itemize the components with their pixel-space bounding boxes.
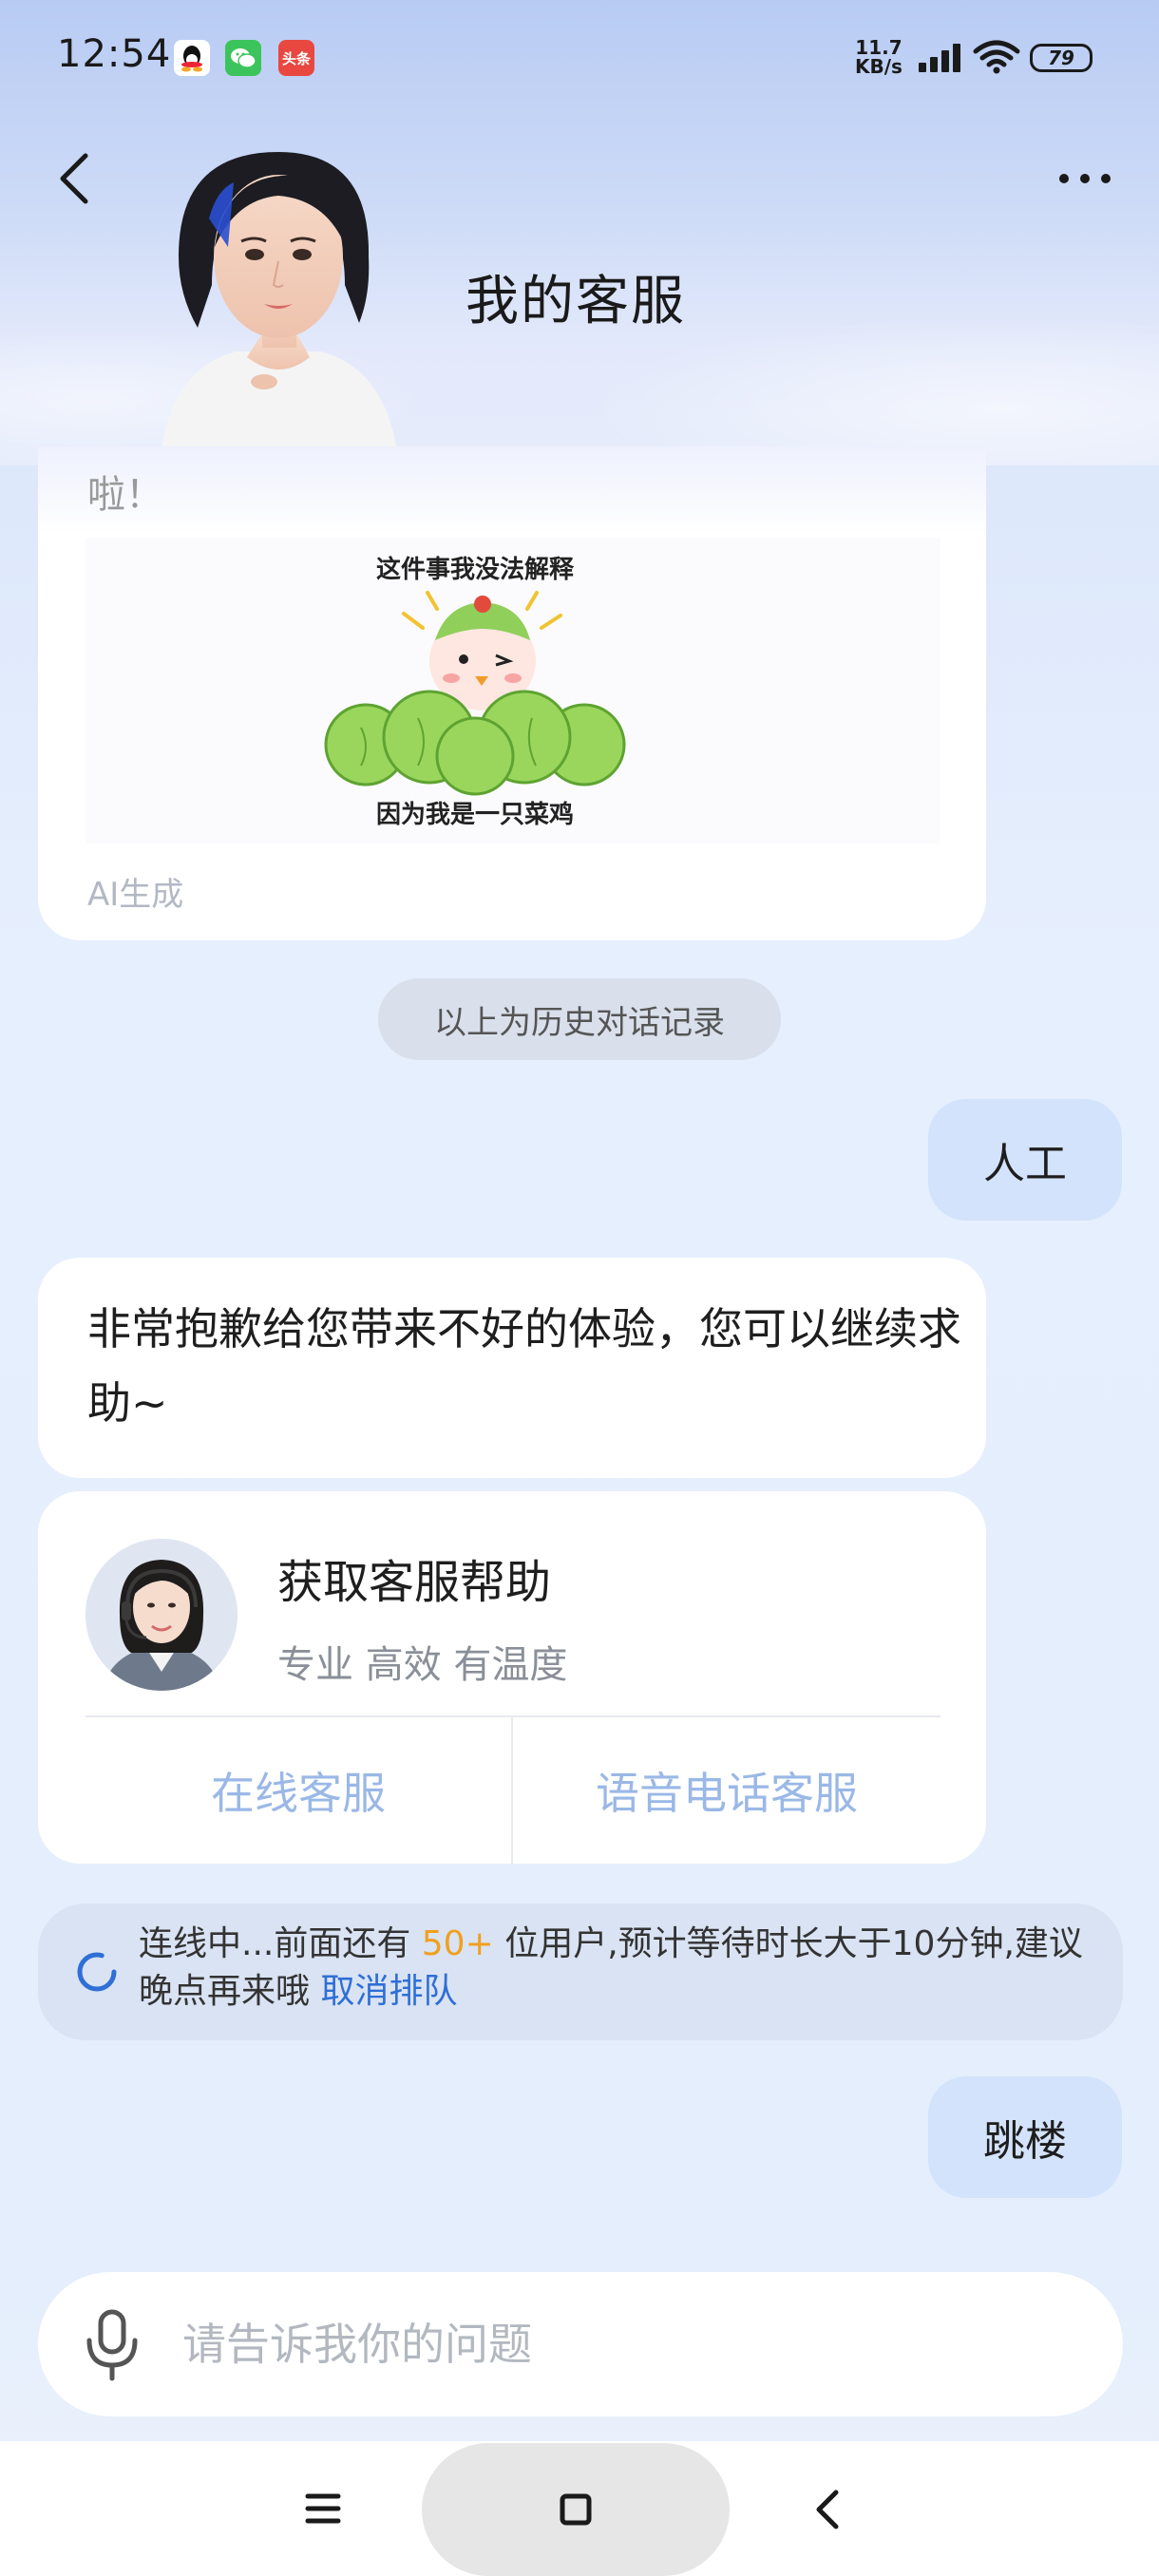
- assistant-avatar: [122, 133, 435, 465]
- system-back-button[interactable]: [809, 2487, 847, 2532]
- more-options-button[interactable]: [1054, 161, 1115, 196]
- service-card-title: 获取客服帮助: [277, 1556, 552, 1609]
- microphone-icon[interactable]: [82, 2306, 142, 2382]
- wifi-icon: [973, 38, 1020, 80]
- battery-indicator: 79: [1030, 44, 1092, 72]
- user-message: 跳楼: [928, 2076, 1122, 2198]
- service-card-subtitle: 专业 高效 有温度: [277, 1643, 568, 1687]
- square-icon: [560, 2493, 592, 2526]
- cancel-queue-link[interactable]: 取消排队: [320, 1972, 457, 2011]
- back-button[interactable]: [53, 150, 99, 207]
- queue-status-text: 连线中...前面还有 50+ 位用户,预计等待时长大于10分钟,建议晚点再来哦 …: [139, 1921, 1089, 2016]
- menu-icon: [305, 2493, 341, 2524]
- network-speed-value: 11.7: [855, 36, 902, 59]
- wechat-notification-icon: [225, 40, 261, 76]
- network-speed-unit: KB/s: [855, 55, 902, 78]
- question-input[interactable]: [182, 2308, 1075, 2380]
- qq-notification-icon: [174, 40, 210, 76]
- page-title: 我的客服: [466, 271, 686, 332]
- network-speed: 11.7 KB/s: [855, 38, 902, 76]
- previous-message-text: 啦！: [87, 473, 163, 517]
- queue-count: 50+: [421, 1924, 494, 1963]
- signal-icon: [917, 42, 964, 78]
- meme-bottom-text: 因为我是一只菜鸡: [376, 800, 574, 829]
- meme-top-text: 这件事我没法解释: [376, 555, 575, 584]
- history-divider: 以上为历史对话记录: [378, 978, 781, 1060]
- chevron-left-icon: [60, 153, 88, 204]
- service-agent-avatar: [86, 1539, 238, 1691]
- toutiao-notification-icon: 头条: [278, 40, 314, 76]
- online-service-button[interactable]: 在线客服: [86, 1717, 511, 1864]
- home-button[interactable]: [422, 2443, 730, 2576]
- meme-image: 这件事我没法解释 因为我是一只菜鸡: [86, 538, 940, 843]
- ai-generated-label: AI生成: [87, 876, 184, 914]
- queue-text-prefix: 连线中...前面还有: [139, 1924, 422, 1963]
- status-time: 12:54: [57, 32, 172, 76]
- loading-spinner-icon: [74, 1949, 120, 1995]
- user-message: 人工: [928, 1099, 1122, 1221]
- bot-message-text: 非常抱歉给您带来不好的体验，您可以继续求助~: [87, 1303, 961, 1429]
- more-icon: [1059, 174, 1111, 183]
- recent-apps-button[interactable]: [294, 2489, 352, 2529]
- chevron-left-icon: [816, 2490, 839, 2529]
- voice-call-service-button[interactable]: 语音电话客服: [513, 1717, 940, 1864]
